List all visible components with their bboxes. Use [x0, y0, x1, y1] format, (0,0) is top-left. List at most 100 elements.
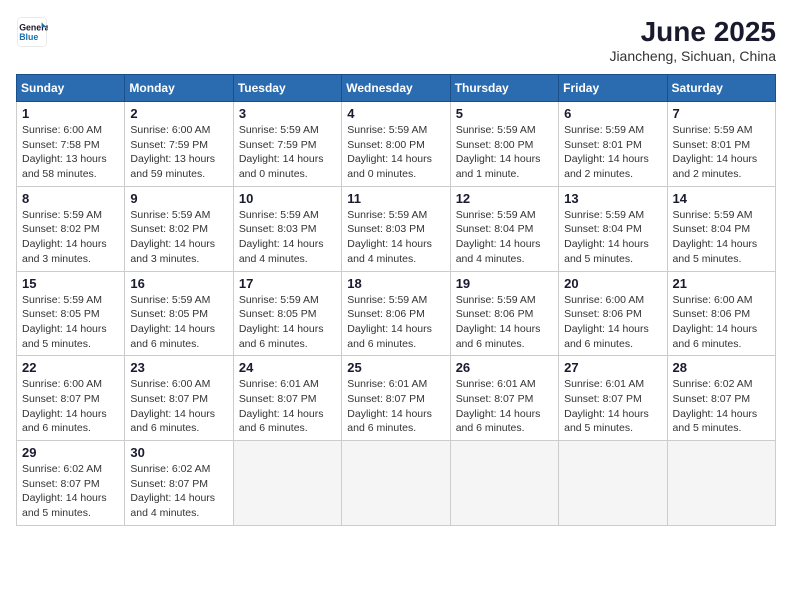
- day-info: Sunrise: 5:59 AM Sunset: 8:01 PM Dayligh…: [673, 123, 770, 182]
- calendar-week-row: 22 Sunrise: 6:00 AM Sunset: 8:07 PM Dayli…: [17, 356, 776, 441]
- logo-icon: General Blue: [16, 16, 48, 48]
- calendar-day-cell: 17 Sunrise: 5:59 AM Sunset: 8:05 PM Dayli…: [233, 271, 341, 356]
- day-number: 18: [347, 276, 444, 291]
- day-number: 22: [22, 360, 119, 375]
- calendar-day-cell: 2 Sunrise: 6:00 AM Sunset: 7:59 PM Daylig…: [125, 102, 233, 187]
- calendar-day-cell: [342, 441, 450, 526]
- calendar-week-row: 29 Sunrise: 6:02 AM Sunset: 8:07 PM Dayli…: [17, 441, 776, 526]
- day-number: 9: [130, 191, 227, 206]
- day-info: Sunrise: 5:59 AM Sunset: 8:05 PM Dayligh…: [239, 293, 336, 352]
- day-number: 28: [673, 360, 770, 375]
- svg-text:Blue: Blue: [19, 32, 38, 42]
- day-number: 8: [22, 191, 119, 206]
- day-info: Sunrise: 6:00 AM Sunset: 8:07 PM Dayligh…: [22, 377, 119, 436]
- subtitle: Jiancheng, Sichuan, China: [609, 48, 776, 64]
- calendar-day-cell: [559, 441, 667, 526]
- calendar-day-cell: 8 Sunrise: 5:59 AM Sunset: 8:02 PM Daylig…: [17, 186, 125, 271]
- day-info: Sunrise: 5:59 AM Sunset: 8:01 PM Dayligh…: [564, 123, 661, 182]
- day-number: 6: [564, 106, 661, 121]
- day-number: 26: [456, 360, 553, 375]
- day-number: 16: [130, 276, 227, 291]
- day-number: 14: [673, 191, 770, 206]
- calendar-day-cell: 9 Sunrise: 5:59 AM Sunset: 8:02 PM Daylig…: [125, 186, 233, 271]
- calendar-day-cell: 18 Sunrise: 5:59 AM Sunset: 8:06 PM Dayli…: [342, 271, 450, 356]
- day-info: Sunrise: 5:59 AM Sunset: 8:05 PM Dayligh…: [22, 293, 119, 352]
- calendar-day-cell: 26 Sunrise: 6:01 AM Sunset: 8:07 PM Dayli…: [450, 356, 558, 441]
- calendar-day-cell: 7Sunrise: 5:59 AM Sunset: 8:01 PM Daylig…: [667, 102, 775, 187]
- calendar-day-cell: 14 Sunrise: 5:59 AM Sunset: 8:04 PM Dayli…: [667, 186, 775, 271]
- calendar-day-cell: [233, 441, 341, 526]
- calendar-week-row: 15 Sunrise: 5:59 AM Sunset: 8:05 PM Dayli…: [17, 271, 776, 356]
- day-of-week-header: Wednesday: [342, 75, 450, 102]
- day-info: Sunrise: 5:59 AM Sunset: 8:02 PM Dayligh…: [130, 208, 227, 267]
- day-of-week-header: Friday: [559, 75, 667, 102]
- calendar-day-cell: [450, 441, 558, 526]
- day-number: 29: [22, 445, 119, 460]
- day-of-week-header: Sunday: [17, 75, 125, 102]
- day-of-week-header: Tuesday: [233, 75, 341, 102]
- title-section: June 2025 Jiancheng, Sichuan, China: [609, 16, 776, 64]
- day-info: Sunrise: 5:59 AM Sunset: 8:06 PM Dayligh…: [347, 293, 444, 352]
- calendar-day-cell: 3 Sunrise: 5:59 AM Sunset: 7:59 PM Daylig…: [233, 102, 341, 187]
- day-info: Sunrise: 5:59 AM Sunset: 8:06 PM Dayligh…: [456, 293, 553, 352]
- day-info: Sunrise: 5:59 AM Sunset: 8:04 PM Dayligh…: [673, 208, 770, 267]
- calendar-day-cell: 24 Sunrise: 6:01 AM Sunset: 8:07 PM Dayli…: [233, 356, 341, 441]
- day-number: 3: [239, 106, 336, 121]
- day-number: 17: [239, 276, 336, 291]
- day-number: 19: [456, 276, 553, 291]
- svg-text:General: General: [19, 22, 48, 32]
- day-number: 13: [564, 191, 661, 206]
- calendar-day-cell: 20Sunrise: 6:00 AM Sunset: 8:06 PM Dayli…: [559, 271, 667, 356]
- calendar-day-cell: 28 Sunrise: 6:02 AM Sunset: 8:07 PM Dayli…: [667, 356, 775, 441]
- calendar-day-cell: 6 Sunrise: 5:59 AM Sunset: 8:01 PM Daylig…: [559, 102, 667, 187]
- calendar-day-cell: 1 Sunrise: 6:00 AM Sunset: 7:58 PM Daylig…: [17, 102, 125, 187]
- day-info: Sunrise: 5:59 AM Sunset: 8:05 PM Dayligh…: [130, 293, 227, 352]
- calendar-day-cell: 13 Sunrise: 5:59 AM Sunset: 8:04 PM Dayli…: [559, 186, 667, 271]
- day-info: Sunrise: 5:59 AM Sunset: 8:00 PM Dayligh…: [347, 123, 444, 182]
- day-number: 2: [130, 106, 227, 121]
- day-info: Sunrise: 6:02 AM Sunset: 8:07 PM Dayligh…: [673, 377, 770, 436]
- page-header: General Blue June 2025 Jiancheng, Sichua…: [16, 16, 776, 64]
- day-info: Sunrise: 6:01 AM Sunset: 8:07 PM Dayligh…: [239, 377, 336, 436]
- day-number: 27: [564, 360, 661, 375]
- calendar-day-cell: 23 Sunrise: 6:00 AM Sunset: 8:07 PM Dayli…: [125, 356, 233, 441]
- calendar-day-cell: 4 Sunrise: 5:59 AM Sunset: 8:00 PM Daylig…: [342, 102, 450, 187]
- calendar-day-cell: 16 Sunrise: 5:59 AM Sunset: 8:05 PM Dayli…: [125, 271, 233, 356]
- calendar-table: SundayMondayTuesdayWednesdayThursdayFrid…: [16, 74, 776, 526]
- day-number: 23: [130, 360, 227, 375]
- day-number: 1: [22, 106, 119, 121]
- day-of-week-header: Saturday: [667, 75, 775, 102]
- day-number: 30: [130, 445, 227, 460]
- day-info: Sunrise: 5:59 AM Sunset: 7:59 PM Dayligh…: [239, 123, 336, 182]
- day-info: Sunrise: 6:00 AM Sunset: 7:59 PM Dayligh…: [130, 123, 227, 182]
- day-info: Sunrise: 6:00 AM Sunset: 8:06 PM Dayligh…: [673, 293, 770, 352]
- logo: General Blue: [16, 16, 48, 48]
- day-info: Sunrise: 6:01 AM Sunset: 8:07 PM Dayligh…: [347, 377, 444, 436]
- calendar-day-cell: [667, 441, 775, 526]
- calendar-day-cell: 27 Sunrise: 6:01 AM Sunset: 8:07 PM Dayli…: [559, 356, 667, 441]
- day-info: Sunrise: 5:59 AM Sunset: 8:03 PM Dayligh…: [239, 208, 336, 267]
- day-info: Sunrise: 6:00 AM Sunset: 8:07 PM Dayligh…: [130, 377, 227, 436]
- day-number: 5: [456, 106, 553, 121]
- day-info: Sunrise: 6:02 AM Sunset: 8:07 PM Dayligh…: [22, 462, 119, 521]
- day-info: Sunrise: 6:01 AM Sunset: 8:07 PM Dayligh…: [564, 377, 661, 436]
- day-info: Sunrise: 5:59 AM Sunset: 8:03 PM Dayligh…: [347, 208, 444, 267]
- day-info: Sunrise: 5:59 AM Sunset: 8:04 PM Dayligh…: [564, 208, 661, 267]
- day-number: 11: [347, 191, 444, 206]
- calendar-day-cell: 15 Sunrise: 5:59 AM Sunset: 8:05 PM Dayli…: [17, 271, 125, 356]
- day-info: Sunrise: 5:59 AM Sunset: 8:00 PM Dayligh…: [456, 123, 553, 182]
- day-number: 10: [239, 191, 336, 206]
- day-number: 25: [347, 360, 444, 375]
- day-number: 15: [22, 276, 119, 291]
- day-number: 4: [347, 106, 444, 121]
- day-of-week-header: Thursday: [450, 75, 558, 102]
- calendar-header-row: SundayMondayTuesdayWednesdayThursdayFrid…: [17, 75, 776, 102]
- day-number: 24: [239, 360, 336, 375]
- day-info: Sunrise: 6:01 AM Sunset: 8:07 PM Dayligh…: [456, 377, 553, 436]
- calendar-day-cell: 5 Sunrise: 5:59 AM Sunset: 8:00 PM Daylig…: [450, 102, 558, 187]
- calendar-day-cell: 21 Sunrise: 6:00 AM Sunset: 8:06 PM Dayli…: [667, 271, 775, 356]
- day-info: Sunrise: 5:59 AM Sunset: 8:02 PM Dayligh…: [22, 208, 119, 267]
- day-info: Sunrise: 6:00 AM Sunset: 7:58 PM Dayligh…: [22, 123, 119, 182]
- day-number: 21: [673, 276, 770, 291]
- calendar-day-cell: 30Sunrise: 6:02 AM Sunset: 8:07 PM Dayli…: [125, 441, 233, 526]
